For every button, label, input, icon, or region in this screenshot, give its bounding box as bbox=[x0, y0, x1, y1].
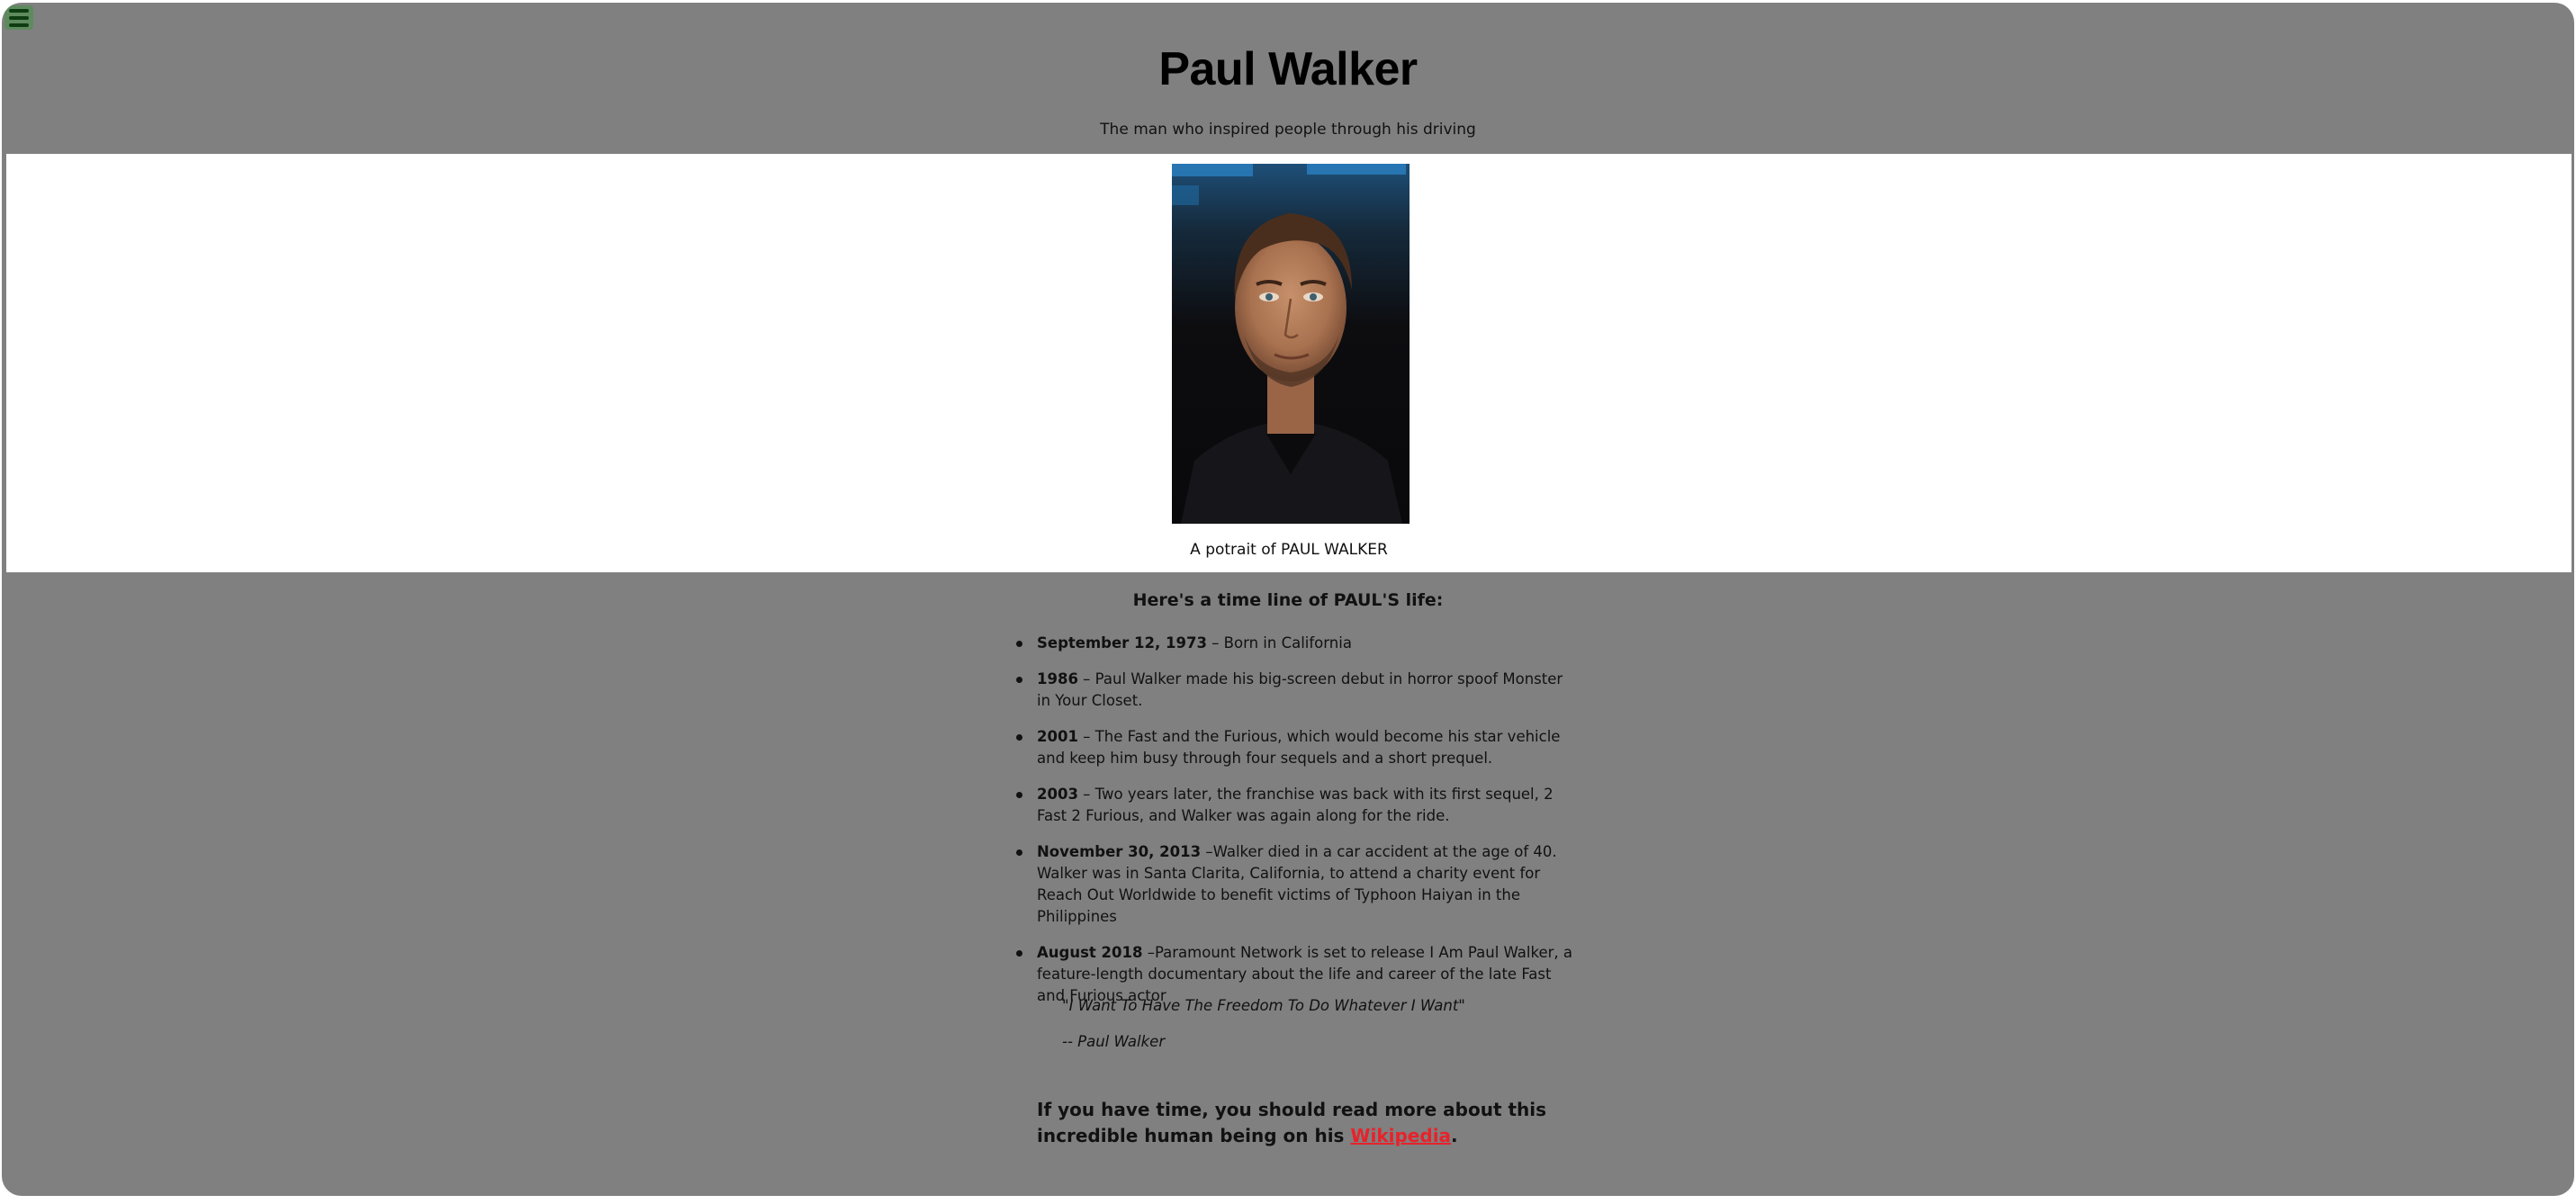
timeline-item: November 30, 2013 –Walker died in a car … bbox=[1016, 841, 1577, 928]
timeline-text: – Born in California bbox=[1206, 634, 1352, 651]
quote-attribution: -- Paul Walker bbox=[1062, 1033, 1166, 1050]
menu-line bbox=[9, 8, 29, 13]
more-info-text: If you have time, you should read more a… bbox=[1037, 1097, 1595, 1149]
tribute-page: Paul Walker The man who inspired people … bbox=[2, 3, 2574, 1196]
timeline-date: September 12, 1973 bbox=[1037, 634, 1207, 651]
timeline-item: 2003 – Two years later, the franchise wa… bbox=[1016, 784, 1577, 827]
timeline-item: 2001 – The Fast and the Furious, which w… bbox=[1016, 726, 1577, 769]
portrait-image bbox=[1172, 164, 1410, 524]
image-section: A potrait of PAUL WALKER bbox=[6, 154, 2571, 572]
page-tagline: The man who inspired people through his … bbox=[1100, 121, 1476, 139]
portrait-caption: A potrait of PAUL WALKER bbox=[1190, 541, 1388, 559]
timeline-date: November 30, 2013 bbox=[1037, 843, 1202, 860]
timeline-text: – The Fast and the Furious, which would … bbox=[1037, 728, 1561, 767]
wikipedia-link[interactable]: Wikipedia bbox=[1350, 1125, 1451, 1146]
timeline-text: – Two years later, the franchise was bac… bbox=[1037, 786, 1554, 824]
more-info-lead: If you have time, you should read more a… bbox=[1037, 1099, 1547, 1146]
more-info-end: . bbox=[1451, 1125, 1458, 1146]
timeline-date: August 2018 bbox=[1037, 944, 1143, 961]
timeline-date: 1986 bbox=[1037, 670, 1078, 687]
timeline-heading: Here's a time line of PAUL'S life: bbox=[1132, 590, 1444, 610]
timeline-item: 1986 – Paul Walker made his big-screen d… bbox=[1016, 669, 1577, 712]
quote-block: "I Want To Have The Freedom To Do Whatev… bbox=[1062, 995, 1465, 1067]
page-title: Paul Walker bbox=[1158, 43, 1418, 95]
quote-text: "I Want To Have The Freedom To Do Whatev… bbox=[1062, 997, 1465, 1014]
timeline-item: September 12, 1973 – Born in California bbox=[1016, 633, 1577, 654]
timeline-text: – Paul Walker made his big-screen debut … bbox=[1037, 670, 1563, 709]
hamburger-menu-icon[interactable] bbox=[5, 5, 33, 30]
timeline-list: September 12, 1973 – Born in California … bbox=[1016, 633, 1577, 1021]
timeline-date: 2003 bbox=[1037, 786, 1078, 803]
timeline-date: 2001 bbox=[1037, 728, 1078, 745]
menu-line bbox=[9, 15, 29, 20]
menu-line bbox=[9, 22, 29, 27]
